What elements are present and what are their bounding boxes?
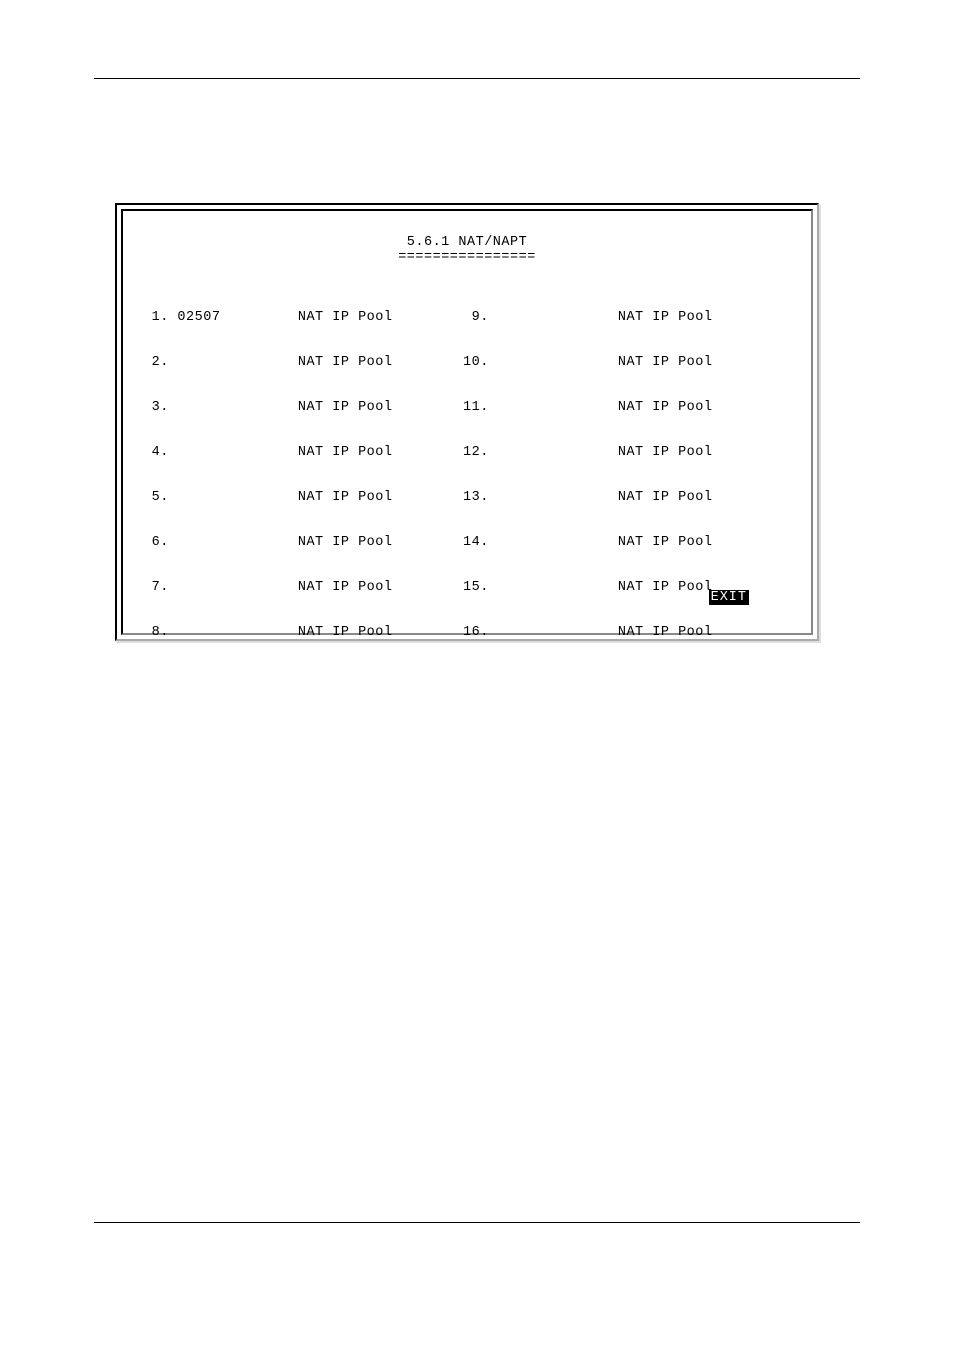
menu-item-num: 1. (143, 310, 169, 325)
menu-column-left: 1. 02507 NAT IP Pool 2. NAT IP Pool 3. N… (143, 280, 463, 670)
menu-item-name (177, 580, 289, 595)
menu-item-type: NAT IP Pool (298, 310, 393, 325)
screen-title-underline: ================ (139, 250, 795, 265)
menu-item-type: NAT IP Pool (618, 580, 713, 595)
menu-item-name (177, 400, 289, 415)
menu-item-type: NAT IP Pool (618, 445, 713, 460)
menu-item-name (497, 490, 609, 505)
menu-item[interactable]: 11. NAT IP Pool (463, 400, 773, 415)
menu-item[interactable]: 16. NAT IP Pool (463, 625, 773, 640)
menu-item-type: NAT IP Pool (298, 535, 393, 550)
menu-item-type: NAT IP Pool (618, 400, 713, 415)
menu-item-type: NAT IP Pool (618, 490, 713, 505)
menu-item-num: 9. (463, 310, 489, 325)
menu-item[interactable]: 12. NAT IP Pool (463, 445, 773, 460)
menu-item-name (177, 535, 289, 550)
menu-item-type: NAT IP Pool (298, 490, 393, 505)
menu-item-type: NAT IP Pool (618, 355, 713, 370)
menu-item-num: 15. (463, 580, 489, 595)
menu-item[interactable]: 10. NAT IP Pool (463, 355, 773, 370)
menu-item-type: NAT IP Pool (298, 580, 393, 595)
menu-column-right: 9. NAT IP Pool 10. NAT IP Pool 11. NAT I… (463, 280, 773, 670)
menu-item[interactable]: 4. NAT IP Pool (143, 445, 463, 460)
menu-item-name (497, 580, 609, 595)
screen-title: 5.6.1 NAT/NAPT (139, 235, 795, 250)
menu-item[interactable]: 3. NAT IP Pool (143, 400, 463, 415)
menu-item-num: 4. (143, 445, 169, 460)
menu-item[interactable]: 1. 02507 NAT IP Pool (143, 310, 463, 325)
menu-item[interactable]: 6. NAT IP Pool (143, 535, 463, 550)
menu-item-name (497, 445, 609, 460)
menu-item[interactable]: 5. NAT IP Pool (143, 490, 463, 505)
menu-item-type: NAT IP Pool (298, 355, 393, 370)
menu-item[interactable]: 13. NAT IP Pool (463, 490, 773, 505)
menu-item[interactable]: 9. NAT IP Pool (463, 310, 773, 325)
menu-item-name (177, 625, 289, 640)
terminal-window: 5.6.1 NAT/NAPT ================ 1. 02507… (115, 203, 819, 641)
menu-item[interactable]: 7. NAT IP Pool (143, 580, 463, 595)
menu-item-num: 8. (143, 625, 169, 640)
menu-item-num: 16. (463, 625, 489, 640)
menu-item-name (497, 535, 609, 550)
menu-item[interactable]: 2. NAT IP Pool (143, 355, 463, 370)
menu-item-num: 10. (463, 355, 489, 370)
menu-item-num: 13. (463, 490, 489, 505)
menu-item-num: 12. (463, 445, 489, 460)
menu-item-num: 2. (143, 355, 169, 370)
page-rule-top (94, 78, 860, 79)
menu-item-type: NAT IP Pool (618, 535, 713, 550)
menu-item-name (497, 310, 609, 325)
menu-item-name (177, 355, 289, 370)
menu-item-name (497, 355, 609, 370)
menu-item[interactable]: 14. NAT IP Pool (463, 535, 773, 550)
menu-item-type: NAT IP Pool (298, 445, 393, 460)
menu-item-num: 3. (143, 400, 169, 415)
menu-item-name: 02507 (177, 310, 289, 325)
menu-columns: 1. 02507 NAT IP Pool 2. NAT IP Pool 3. N… (139, 280, 795, 670)
menu-item-num: 11. (463, 400, 489, 415)
menu-item-type: NAT IP Pool (618, 310, 713, 325)
menu-item-type: NAT IP Pool (298, 625, 393, 640)
menu-item-num: 6. (143, 535, 169, 550)
menu-item-name (177, 445, 289, 460)
menu-item-num: 5. (143, 490, 169, 505)
menu-item-num: 14. (463, 535, 489, 550)
menu-item[interactable]: 8. NAT IP Pool (143, 625, 463, 640)
menu-item-type: NAT IP Pool (618, 625, 713, 640)
menu-item-name (497, 625, 609, 640)
exit-button[interactable]: EXIT (709, 590, 749, 605)
menu-item-type: NAT IP Pool (298, 400, 393, 415)
terminal-content: 5.6.1 NAT/NAPT ================ 1. 02507… (121, 209, 813, 635)
menu-item-num: 7. (143, 580, 169, 595)
page-rule-bottom (94, 1222, 860, 1223)
menu-item-name (497, 400, 609, 415)
menu-item-name (177, 490, 289, 505)
